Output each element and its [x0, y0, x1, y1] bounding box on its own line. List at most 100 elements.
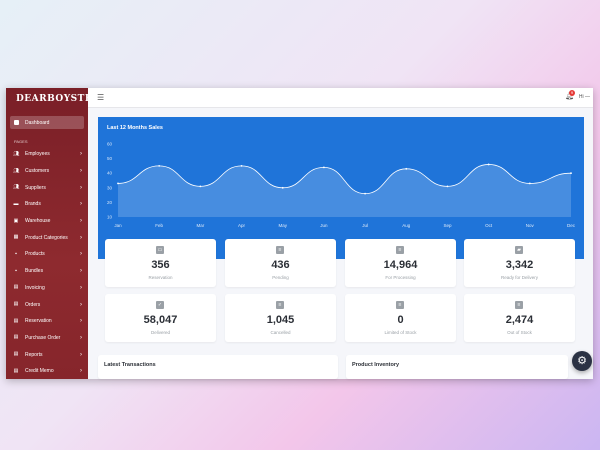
users-icon: 👥︎ [13, 167, 20, 174]
stat-value: 3,342 [505, 259, 534, 271]
y-tick-label: 30 [107, 185, 113, 190]
sidebar-item-brands[interactable]: ▬ Brands › [6, 196, 88, 213]
chevron-right-icon: › [80, 184, 82, 191]
data-point[interactable] [323, 166, 325, 169]
y-tick-label: 40 [107, 171, 113, 176]
sidebar-item-reports[interactable]: ▤ Reports › [6, 346, 88, 363]
x-tick-label: Mar [196, 223, 204, 228]
stat-value: 58,047 [143, 314, 178, 326]
top-bar: ☰ 🔔︎ 9 Hi — [88, 88, 593, 108]
y-tick-label: 60 [107, 142, 113, 147]
data-point[interactable] [117, 182, 119, 185]
chevron-right-icon: › [80, 368, 82, 375]
sidebar-item-label: Products [25, 251, 45, 258]
sidebar-item-label: Brands [25, 201, 41, 208]
y-tick-label: 50 [107, 156, 113, 161]
x-tick-label: Jun [320, 223, 328, 228]
chevron-right-icon: › [80, 284, 82, 291]
data-point[interactable] [240, 165, 243, 167]
box-icon: ▪ [15, 250, 17, 257]
panel-title: Product Inventory [352, 362, 400, 368]
chevron-right-icon: › [80, 151, 82, 158]
x-tick-label: Jan [114, 223, 122, 228]
stat-card[interactable]: ≡ 436 Pending [225, 239, 336, 287]
grid-icon: ▦ [13, 234, 19, 241]
sidebar-item-customers[interactable]: 👥︎ Customers › [6, 163, 88, 180]
sidebar-item-label: Bundles [25, 268, 44, 275]
sidebar-item-reservation[interactable]: ▤ Reservation › [6, 313, 88, 330]
sidebar-item-orders[interactable]: ▤ Orders › [6, 296, 88, 313]
notification-badge: 9 [569, 90, 575, 96]
stat-card[interactable]: ≡ 14,964 For Processing [345, 239, 456, 287]
data-point[interactable] [487, 163, 490, 166]
sidebar-item-label: Credit Memo [25, 368, 54, 375]
document-icon: ▤ [13, 317, 19, 324]
stat-card[interactable]: ✓ 58,047 Delivered [105, 294, 216, 342]
sidebar-nav-list: 👥︎ Employees › 👥︎ Customers › 👥︎ Suppliers › ▬ Bra… [6, 146, 88, 379]
x-tick-label: Dec [567, 223, 576, 228]
sidebar-item-suppliers[interactable]: 👥︎ Suppliers › [6, 179, 88, 196]
tag-icon: ▬ [13, 200, 19, 207]
hamburger-menu-icon[interactable]: ☰ [97, 94, 104, 102]
user-menu[interactable]: Hi — [579, 94, 590, 100]
sales-area-chart: 10 20 30 40 50 60 Jan Feb Mar Apr May Jun Jul Aug Sep O… [107, 142, 576, 229]
data-point[interactable] [446, 185, 449, 188]
sidebar-item-label: Reports [25, 351, 43, 358]
stat-value: 2,474 [505, 314, 534, 326]
data-point[interactable] [405, 167, 408, 170]
warehouse-icon: ▣ [13, 217, 19, 224]
sidebar-item-products[interactable]: ▪ Products › [6, 246, 88, 263]
x-tick-label: Sep [443, 223, 452, 228]
sidebar-item-invoicing[interactable]: ▤ Invoicing › [6, 280, 88, 297]
product-inventory-panel: Product Inventory [346, 355, 568, 379]
stat-value: 0 [397, 314, 404, 326]
sidebar-item-dashboard[interactable]: Dashboard [10, 116, 84, 129]
stat-card[interactable]: ≡ 2,474 Out of Stock [464, 294, 575, 342]
document-icon: ▤ [13, 301, 19, 308]
sidebar-item-purchase-order[interactable]: ▤ Purchase Order › [6, 330, 88, 347]
document-icon: ▤ [13, 284, 19, 291]
chevron-right-icon: › [80, 251, 82, 258]
sidebar-item-product-categories[interactable]: ▦ Product Categories › [6, 229, 88, 246]
stat-label: Reservation [148, 275, 173, 280]
sales-chart-card: Last 12 Months Sales 10 20 30 40 50 60 Jan Feb M… [98, 117, 584, 259]
sidebar-item-label: Purchase Order [25, 334, 61, 341]
stat-value: 14,964 [383, 259, 418, 271]
x-tick-label: May [278, 223, 287, 228]
data-point[interactable] [364, 192, 366, 195]
data-point[interactable] [199, 185, 202, 188]
panel-title: Latest Transactions [104, 362, 156, 368]
chevron-right-icon: › [80, 301, 82, 308]
stat-card[interactable]: ≡ 0 Limited of Stock [345, 294, 456, 342]
chevron-right-icon: › [80, 168, 82, 175]
stat-label: Delivered [150, 330, 170, 335]
chevron-right-icon: › [80, 351, 82, 358]
check-square-icon: ✓ [156, 301, 164, 309]
stat-value: 356 [151, 259, 170, 271]
sidebar-item-credit-memo[interactable]: ▤ Credit Memo › [6, 363, 88, 379]
sidebar-item-label: Reservation [25, 318, 52, 325]
chevron-right-icon: › [80, 218, 82, 225]
settings-gear-icon[interactable]: ⚙ [572, 351, 592, 371]
stat-label: Limited of Stock [384, 330, 417, 335]
stat-card[interactable]: ≡ 1,045 Cancelled [225, 294, 336, 342]
series-area [118, 164, 571, 217]
sidebar-item-bundles[interactable]: ▪ Bundles › [6, 263, 88, 280]
data-point[interactable] [528, 182, 531, 185]
brand-logo[interactable]: DEARBOYSTER [6, 88, 100, 114]
document-icon: ▤ [13, 334, 19, 341]
stat-card[interactable]: ▰ 3,342 Ready for Delivery [464, 239, 575, 287]
y-tick-label: 10 [107, 215, 113, 220]
document-icon: ▤ [13, 351, 19, 358]
chevron-right-icon: › [80, 201, 82, 208]
sidebar-item-employees[interactable]: 👥︎ Employees › [6, 146, 88, 163]
stat-card[interactable]: ▭ 356 Reservation [105, 239, 216, 287]
data-point[interactable] [158, 165, 161, 167]
clipboard-icon: ≡ [396, 301, 404, 309]
x-tick-label: Aug [402, 223, 411, 228]
data-point[interactable] [570, 172, 572, 175]
sidebar-item-warehouse[interactable]: ▣ Warehouse › [6, 213, 88, 230]
data-point[interactable] [281, 186, 284, 189]
sidebar-item-label: Invoicing [25, 284, 45, 291]
sidebar-item-label: Product Categories [25, 234, 68, 241]
